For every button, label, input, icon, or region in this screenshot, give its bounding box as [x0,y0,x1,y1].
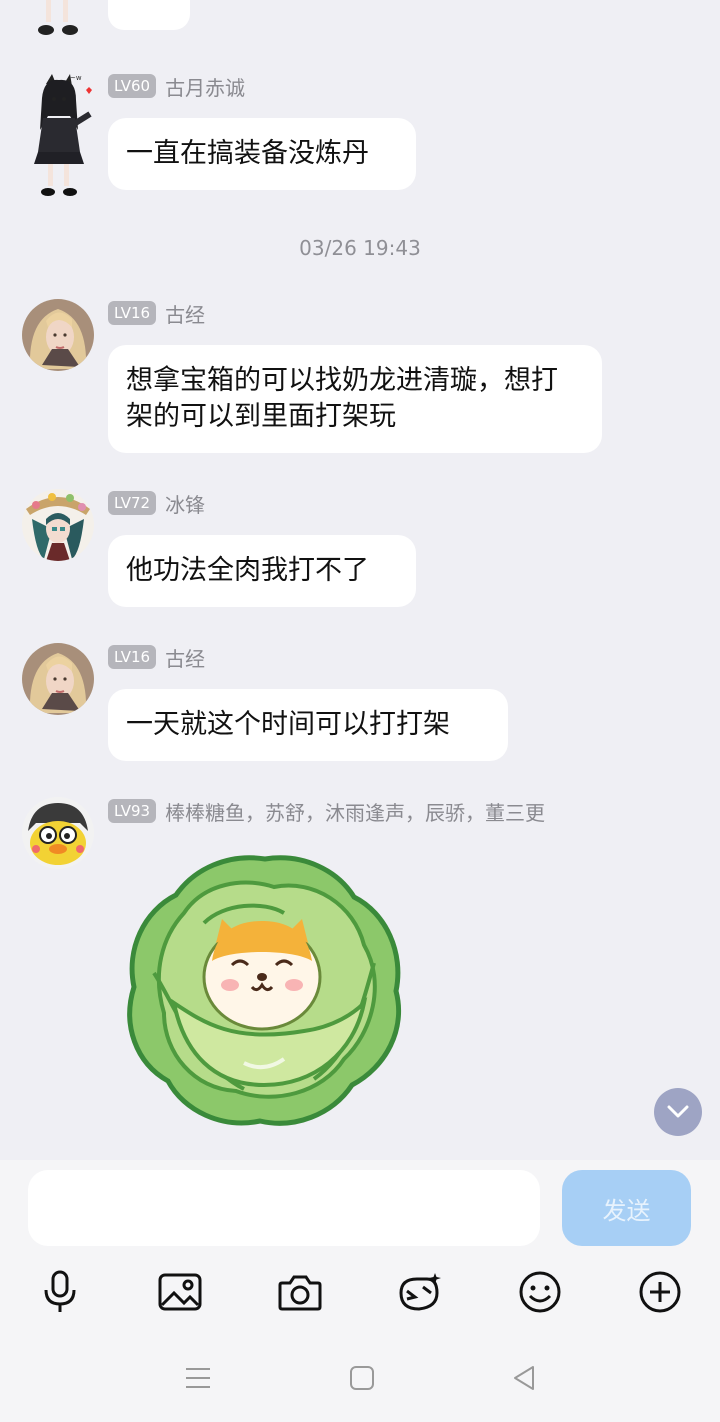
menu-icon [186,1368,210,1388]
svg-text:~w: ~w [70,74,82,82]
camera-icon [278,1275,322,1311]
sender-name[interactable]: 古经 [165,299,205,328]
emoji-sticker-icon [399,1273,441,1311]
message-bubble[interactable]: 他功法全肉我打不了 [108,535,416,607]
scroll-to-bottom-button[interactable] [654,1088,702,1136]
send-button[interactable]: 发送 [562,1170,691,1246]
avatar[interactable] [22,299,94,371]
message-meta: LV16 古经 [108,299,205,327]
emoji-button[interactable] [512,1264,568,1320]
back-icon [514,1366,534,1390]
smiley-icon [519,1271,561,1313]
home-button[interactable] [342,1358,382,1398]
message-meta: LV16 古经 [108,643,205,671]
message-meta: LV60 古月赤诚 [108,72,245,100]
avatar[interactable] [22,643,94,715]
message-meta: LV72 冰锋 [108,489,205,517]
level-badge: LV60 [108,74,157,98]
level-badge: LV16 [108,301,157,325]
plus-icon [639,1271,681,1313]
chat-area[interactable]: ~w LV60 古月赤诚 一直在搞装备没炼丹 03/26 19:43 LV16 … [0,0,720,1160]
system-navigation-bar [0,1348,720,1408]
message-bubble[interactable]: 一直在搞装备没炼丹 [108,118,416,190]
avatar[interactable]: ~w [18,72,100,202]
cabbage-shiba-sticker[interactable] [124,853,406,1127]
camera-button[interactable] [272,1264,328,1320]
message-bubble[interactable]: 一天就这个时间可以打打架 [108,689,508,761]
avatar[interactable] [22,489,94,561]
message-input[interactable] [28,1170,540,1246]
input-panel: 发送 [0,1160,720,1422]
avatar-feet [38,0,78,35]
message-bubble[interactable]: 想拿宝箱的可以找奶龙进清璇，想打架的可以到里面打架玩 [108,345,602,453]
home-icon [350,1366,374,1390]
menu-button[interactable] [178,1358,218,1398]
more-button[interactable] [632,1264,688,1320]
message-timestamp: 03/26 19:43 [299,236,421,260]
sender-name[interactable]: 棒棒糖鱼，苏舒，沐雨逢声，辰骄，董三更 [165,797,545,826]
toolbar [0,1264,720,1320]
message-bubble-partial[interactable] [108,0,190,30]
avatar[interactable] [22,797,94,869]
sender-name[interactable]: 古经 [165,643,205,672]
voice-button[interactable] [32,1264,88,1320]
gallery-button[interactable] [152,1264,208,1320]
sender-name[interactable]: 古月赤诚 [165,72,245,101]
level-badge: LV93 [108,799,157,823]
sticker-button[interactable] [392,1264,448,1320]
level-badge: LV16 [108,645,157,669]
sender-name[interactable]: 冰锋 [165,489,205,518]
level-badge: LV72 [108,491,157,515]
image-icon [158,1273,202,1311]
back-button[interactable] [504,1358,544,1398]
microphone-icon [44,1270,76,1312]
chevron-down-icon [667,1105,689,1118]
message-meta: LV93 棒棒糖鱼，苏舒，沐雨逢声，辰骄，董三更 [108,797,545,825]
